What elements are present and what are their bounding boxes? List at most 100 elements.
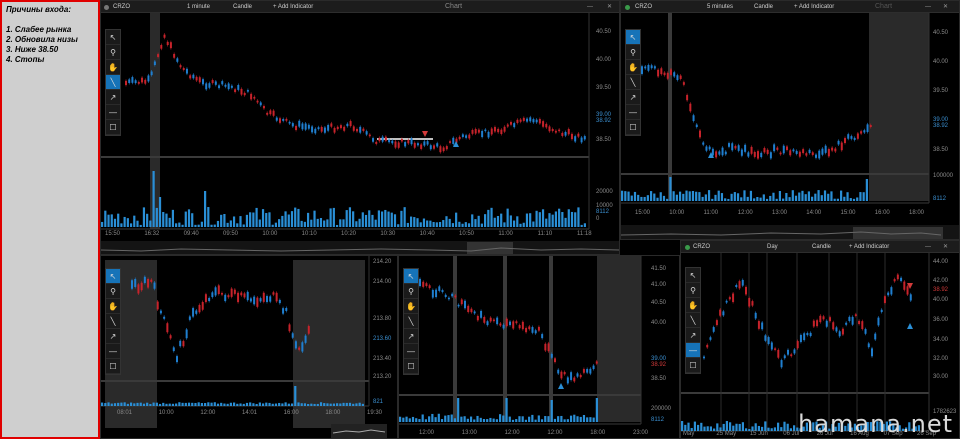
hline-tool-icon[interactable]: — [626,105,640,120]
candle [279,118,281,123]
line-tool-icon[interactable]: ╲ [106,75,120,90]
hline-tool-icon[interactable]: — [686,343,700,358]
candle [493,127,496,132]
pan-hand-icon[interactable]: ✋ [686,298,700,313]
chart-plot[interactable] [101,13,620,255]
interval-selector[interactable]: 5 minutes [707,1,733,13]
volume-bar [393,214,397,227]
candle [741,279,744,286]
chart-plot[interactable] [621,13,960,240]
volume-bar [155,207,158,227]
volume-bar [738,423,741,431]
candle [790,354,793,357]
pan-hand-icon[interactable]: ✋ [404,299,418,314]
chart-type-selector[interactable]: Candle [754,1,773,13]
cursor-icon[interactable]: ↖ [626,30,640,45]
ticker-label[interactable]: CRZO [635,1,652,13]
add-indicator-button[interactable]: + Add Indicator [273,1,313,13]
arrow-tool-icon[interactable]: ↗ [106,329,120,344]
rect-tool-icon[interactable]: ☐ [106,120,120,135]
chart-plot[interactable] [399,256,680,439]
cursor-icon[interactable]: ↖ [404,269,418,284]
chart-window-index: 214.20 214.00 213.80 213.60 213.40 213.2… [100,255,398,439]
close-icon[interactable]: ✕ [607,1,612,13]
line-tool-icon[interactable]: ╲ [626,75,640,90]
arrow-tool-icon[interactable]: ↗ [404,329,418,344]
cursor-icon[interactable]: ↖ [106,269,120,284]
ticker-label[interactable]: CRZO [113,1,130,13]
hline-tool-icon[interactable]: — [106,344,120,359]
candle [518,325,521,329]
chart-type-selector[interactable]: Candle [812,241,831,253]
cursor-icon[interactable]: ↖ [106,30,120,45]
chart-type-selector[interactable]: Candle [233,1,252,13]
volume-bar [516,216,519,227]
candle [483,316,486,323]
volume-bar [409,216,413,227]
time-axis-label: 18:00 [909,210,925,216]
line-tool-icon[interactable]: ╲ [686,313,700,328]
volume-bar [245,214,249,227]
rect-tool-icon[interactable]: ☐ [404,359,418,374]
minimize-icon[interactable]: — [587,1,593,13]
interval-selector[interactable]: Day [767,241,778,253]
candle [454,295,457,298]
volume-bar [110,214,113,227]
candle [445,146,448,150]
zoom-icon[interactable]: ⚲ [106,45,120,60]
volume-bar [477,215,480,227]
pan-hand-icon[interactable]: ✋ [106,60,120,75]
volume-bar [104,210,107,227]
zoom-icon[interactable]: ⚲ [686,283,700,298]
zoom-icon[interactable]: ⚲ [404,284,418,299]
candle [793,349,796,354]
volume-bar [570,211,574,227]
hline-tool-icon[interactable]: — [106,105,120,120]
cursor-icon[interactable]: ↖ [686,268,700,283]
pan-hand-icon[interactable]: ✋ [106,299,120,314]
add-indicator-button[interactable]: + Add Indicator [849,241,889,253]
navigator-strip[interactable] [101,241,620,255]
candle [425,283,428,286]
volume-bar [448,218,451,227]
rect-tool-icon[interactable]: ☐ [686,358,700,373]
zoom-icon[interactable]: ⚲ [106,284,120,299]
pan-hand-icon[interactable]: ✋ [626,60,640,75]
zoom-icon[interactable]: ⚲ [626,45,640,60]
candle [744,144,747,152]
arrow-tool-icon[interactable]: ↗ [686,328,700,343]
close-icon[interactable]: ✕ [943,1,948,13]
candle [838,331,841,337]
navigator-strip[interactable] [621,225,960,240]
candle [391,140,394,144]
volume-bar [749,190,753,201]
volume-bar [849,198,852,201]
candle [413,142,416,148]
volume-bar [637,194,640,201]
volume-bar [564,217,567,227]
line-tool-icon[interactable]: ╲ [404,314,418,329]
candle [769,152,772,159]
interval-selector[interactable]: 1 minute [187,1,210,13]
arrow-tool-icon[interactable]: ↗ [106,90,120,105]
line-tool-icon[interactable]: ╲ [106,314,120,329]
arrow-tool-icon[interactable]: ↗ [626,90,640,105]
rect-tool-icon[interactable]: ☐ [626,120,640,135]
candle [751,301,754,306]
add-indicator-button[interactable]: + Add Indicator [794,1,834,13]
ticker-label[interactable]: CRZO [693,241,710,253]
volume-bar [223,403,226,406]
minimize-icon[interactable]: — [925,241,931,253]
candle [249,298,252,302]
candle [137,81,140,84]
close-icon[interactable]: ✕ [943,241,948,253]
candle [753,151,756,157]
volume-bar [403,207,406,227]
rect-tool-icon[interactable]: ☐ [106,359,120,374]
volume-bar [453,418,457,422]
candle [439,146,442,153]
volume-bar [730,193,733,201]
hline-tool-icon[interactable]: — [404,344,418,359]
candle [438,286,441,291]
minimize-icon[interactable]: — [925,1,931,13]
